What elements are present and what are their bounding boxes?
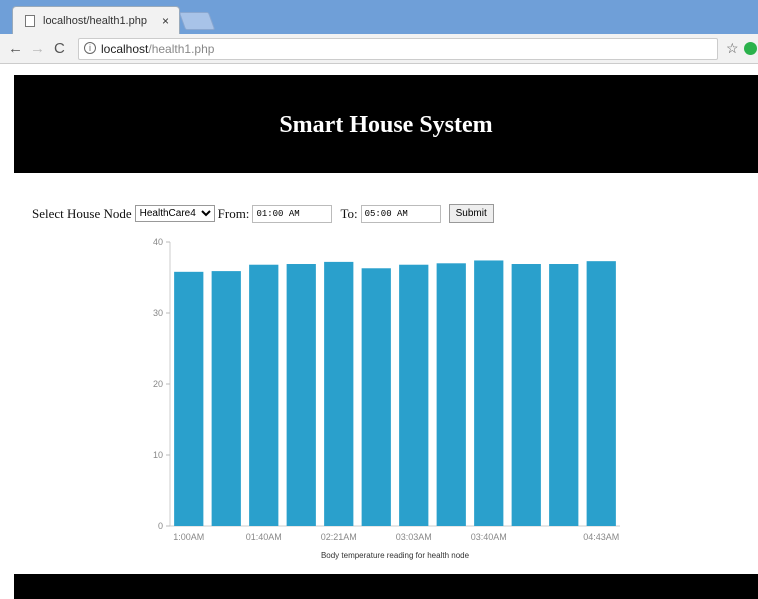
to-label: To: xyxy=(340,205,358,221)
browser-toolbar: ← → C i localhost/health1.php xyxy=(0,34,758,64)
bar xyxy=(586,261,616,526)
bar xyxy=(174,271,204,526)
temperature-bar-chart: 0 10 20 30 40 1:00AM 01:40AM 02:21AM 03:03AM 03:4… xyxy=(153,237,620,560)
from-label: From: xyxy=(217,205,250,221)
bar xyxy=(361,268,391,526)
bar xyxy=(549,264,579,526)
page-title: Smart House System xyxy=(279,112,493,138)
to-time-input[interactable] xyxy=(360,204,441,223)
url-path: /health1.php xyxy=(148,42,215,56)
bar xyxy=(399,264,429,526)
submit-button[interactable]: Submit xyxy=(448,204,494,223)
bookmark-star-icon[interactable]: ☆ xyxy=(726,40,739,57)
site-header: Smart House System xyxy=(14,75,758,173)
url-host: localhost xyxy=(101,42,149,56)
x-tick-label: 04:43AM xyxy=(583,532,619,542)
x-tick-label: 03:03AM xyxy=(396,532,432,542)
y-tick-label: 30 xyxy=(153,308,163,318)
site-footer xyxy=(14,574,758,599)
forward-arrow-icon[interactable]: → xyxy=(30,40,45,57)
address-bar[interactable]: i localhost/health1.php xyxy=(78,38,718,60)
x-tick-label: 1:00AM xyxy=(173,532,204,542)
bar xyxy=(324,261,354,526)
browser-tabstrip: localhost/health1.php × xyxy=(0,0,758,34)
back-arrow-icon[interactable]: ← xyxy=(8,40,23,57)
bar xyxy=(211,271,241,526)
y-tick-label: 0 xyxy=(158,521,163,531)
y-tick-label: 20 xyxy=(153,379,163,389)
from-time-input[interactable] xyxy=(252,204,333,223)
x-tick-label: 03:40AM xyxy=(471,532,507,542)
y-tick-label: 40 xyxy=(153,237,163,247)
x-axis-title: Body temperature reading for health node xyxy=(321,551,470,560)
y-tick-label: 10 xyxy=(153,450,163,460)
bar xyxy=(286,264,316,526)
node-label: Select House Node xyxy=(32,205,132,221)
bar xyxy=(474,260,504,526)
browser-tab[interactable]: localhost/health1.php × xyxy=(12,6,180,34)
bar xyxy=(249,264,279,526)
house-node-select[interactable]: HealthCare4 xyxy=(134,205,215,222)
reload-icon[interactable]: C xyxy=(54,40,65,57)
tab-title: localhost/health1.php xyxy=(43,14,147,27)
new-tab-button[interactable] xyxy=(178,12,216,30)
info-icon[interactable]: i xyxy=(84,42,96,54)
bar xyxy=(436,263,466,526)
x-tick-label: 02:21AM xyxy=(321,532,357,542)
bar xyxy=(511,264,541,526)
page-icon xyxy=(25,14,35,27)
extension-icon[interactable] xyxy=(744,42,757,55)
filter-form: Select House Node HealthCare4 From: To: … xyxy=(32,204,494,223)
x-tick-label: 01:40AM xyxy=(246,532,282,542)
tab-close-icon[interactable]: × xyxy=(162,14,169,28)
